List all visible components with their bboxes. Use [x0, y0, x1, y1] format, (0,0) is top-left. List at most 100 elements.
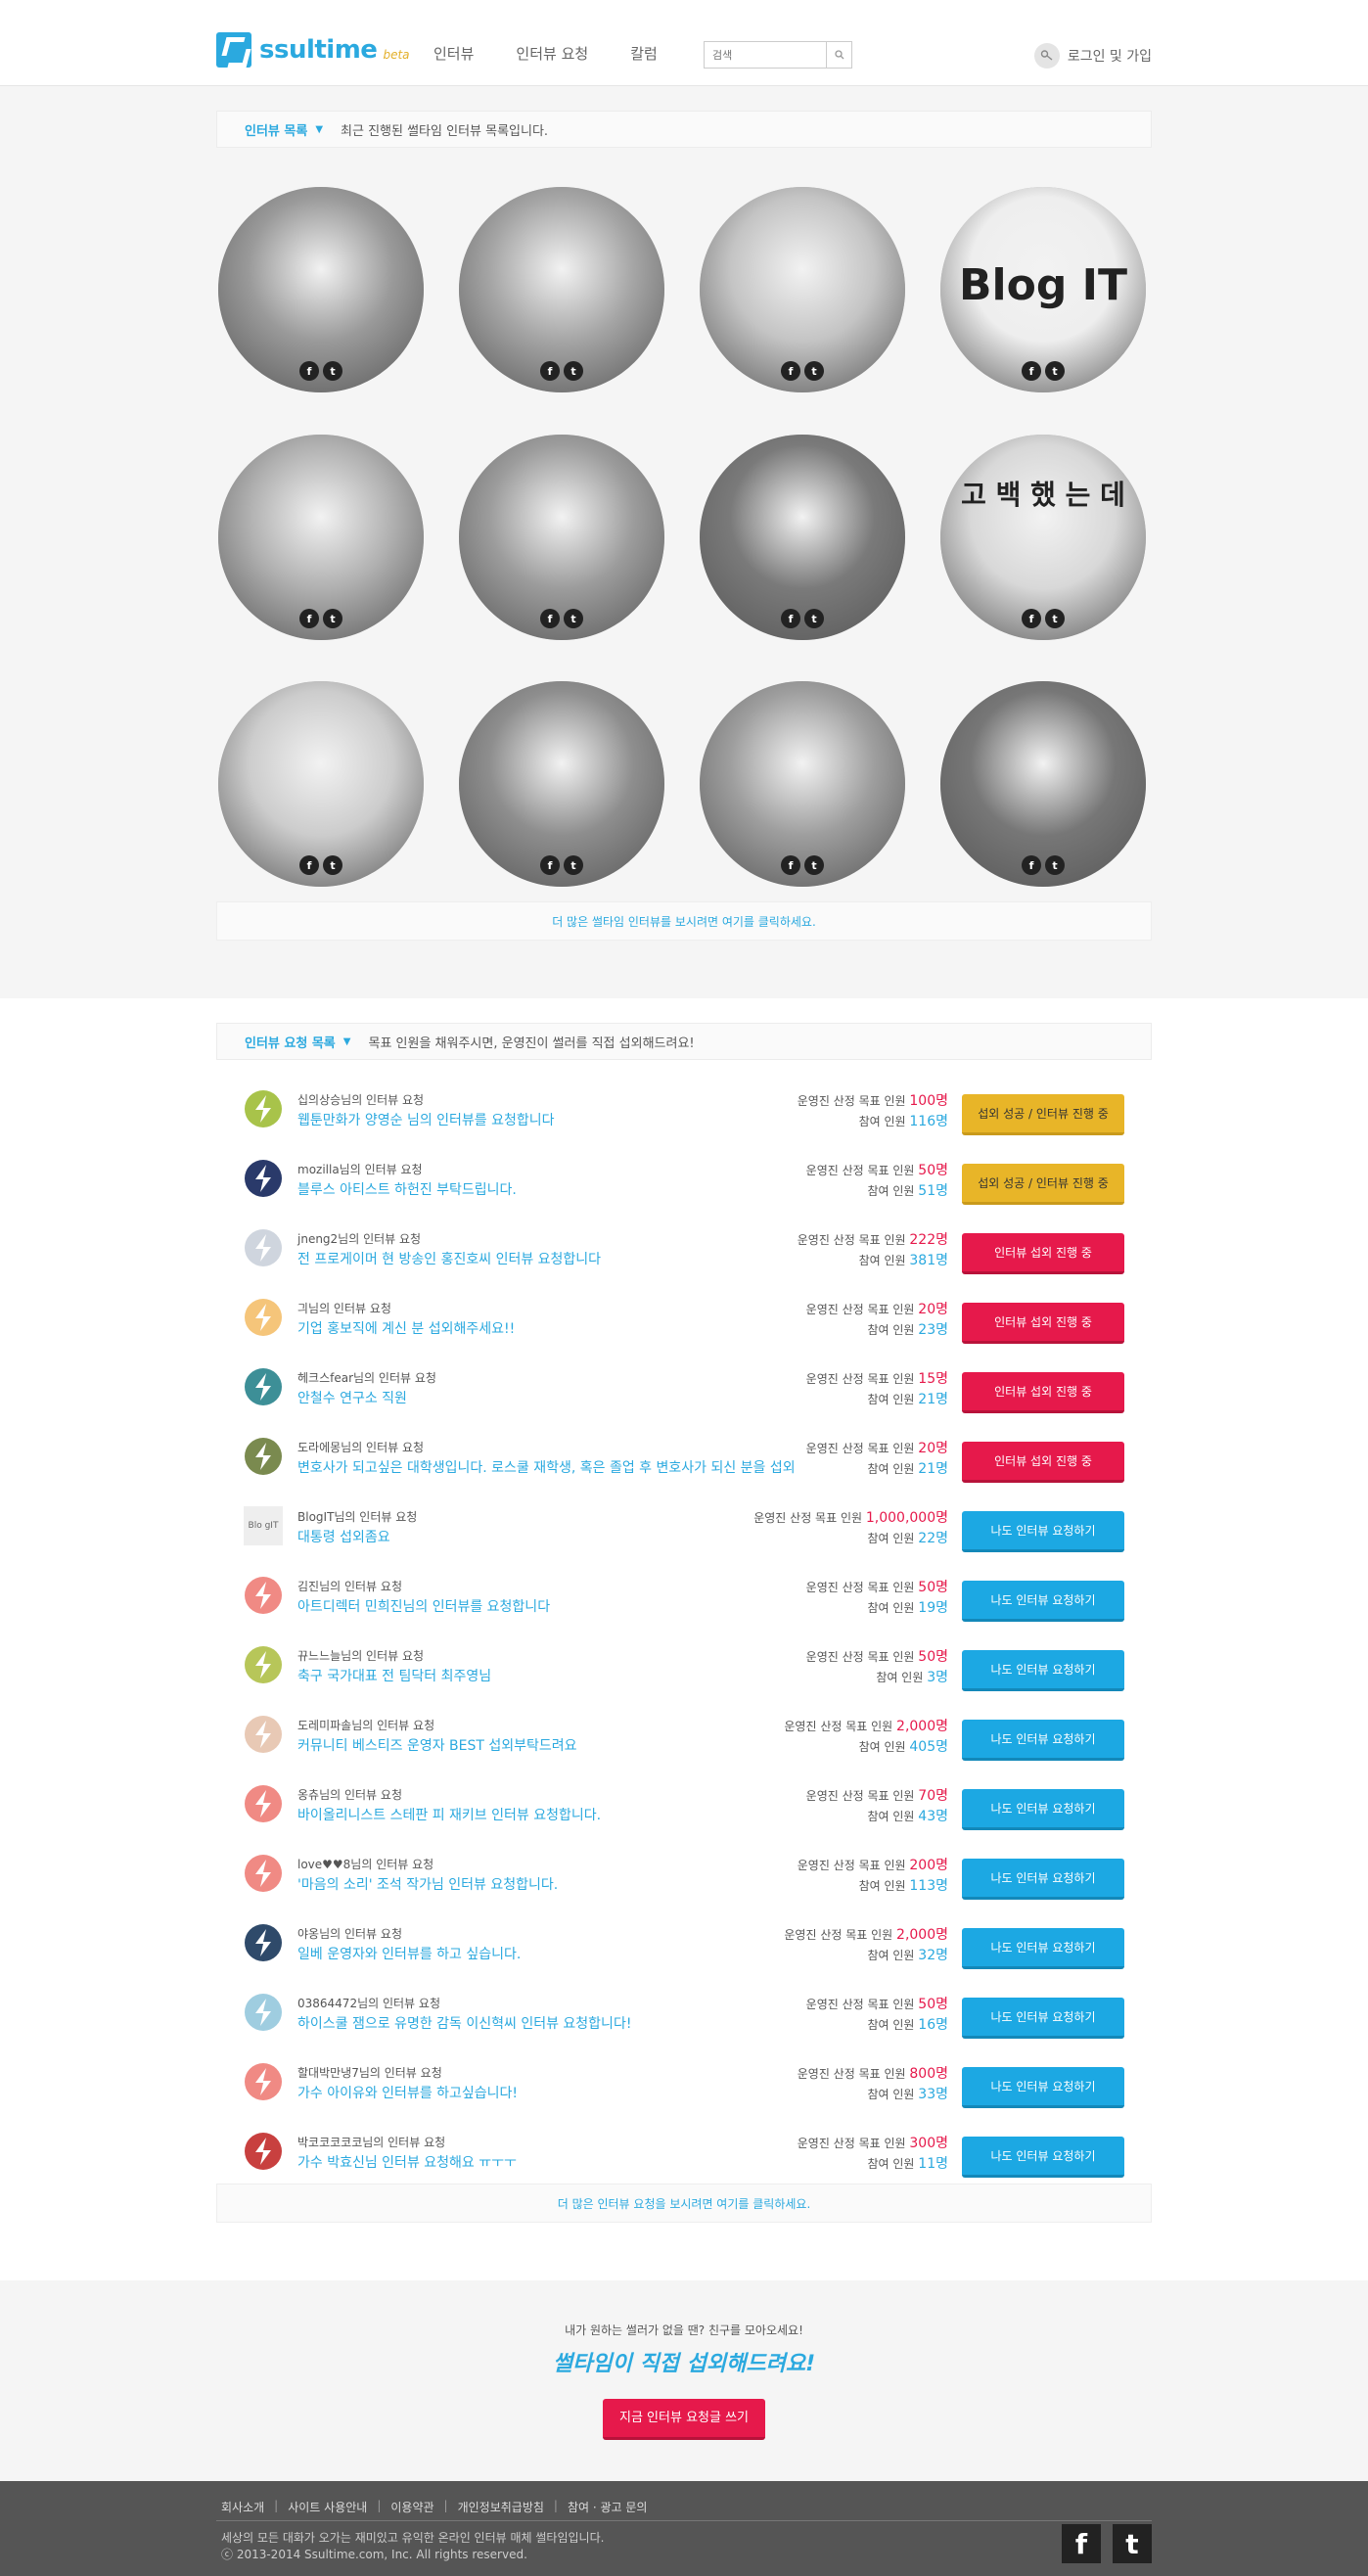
request-row[interactable]: mozilla님의 인터뷰 요청 블루스 아티스트 하헌진 부탁드립니다. 운영진 … [216, 1141, 1152, 1211]
interview-thumbnail[interactable]: ft [700, 187, 905, 392]
request-action-button[interactable]: 나도 인터뷰 요청하기 [962, 1650, 1124, 1691]
request-title[interactable]: 블루스 아티스트 하헌진 부탁드립니다. [297, 1179, 517, 1199]
interview-thumbnail[interactable]: ft [700, 681, 905, 887]
request-action-button[interactable]: 섭외 성공 / 인터뷰 진행 중 [962, 1164, 1124, 1205]
request-title[interactable]: 가수 박효신님 인터뷰 요청해요 ㅠㅜㅜ [297, 2152, 517, 2172]
nav-interviews[interactable]: 인터뷰 [433, 43, 474, 64]
request-action-button[interactable]: 나도 인터뷰 요청하기 [962, 1998, 1124, 2039]
request-title[interactable]: 웹툰만화가 양영순 님의 인터뷰를 요청합니다 [297, 1110, 555, 1129]
request-title[interactable]: 아트디렉터 민희진님의 인터뷰를 요청합니다 [297, 1596, 550, 1616]
request-row[interactable]: 긔님의 인터뷰 요청 기업 홍보직에 계신 분 섭외해주세요!! 운영진 산정 목표… [216, 1280, 1152, 1350]
footer-link-guide[interactable]: 사이트 사용안내 [288, 2499, 367, 2515]
twitter-share-icon[interactable]: t [1045, 361, 1065, 381]
request-row[interactable]: 뀨느느늘님의 인터뷰 요청 축구 국가대표 전 팀닥터 최주영님 운영진 산정 목표… [216, 1628, 1152, 1697]
request-title[interactable]: '마음의 소리' 조석 작가님 인터뷰 요청합니다. [297, 1874, 558, 1894]
request-action-button[interactable]: 섭외 성공 / 인터뷰 진행 중 [962, 1094, 1124, 1135]
interview-thumbnail[interactable]: ft [700, 435, 905, 640]
request-action-button[interactable]: 나도 인터뷰 요청하기 [962, 1581, 1124, 1622]
search-input[interactable] [705, 42, 822, 68]
more-interviews-link[interactable]: 더 많은 썰타임 인터뷰를 보시려면 여기를 클릭하세요. [216, 901, 1152, 941]
footer-link-terms[interactable]: 이용약관 [390, 2499, 433, 2515]
request-action-button[interactable]: 인터뷰 섭외 진행 중 [962, 1233, 1124, 1274]
twitter-share-icon[interactable]: t [323, 609, 342, 628]
interview-thumbnail[interactable]: ft [459, 187, 664, 392]
twitter-icon[interactable]: t [1113, 2524, 1152, 2563]
interview-thumbnail[interactable]: ft [218, 435, 424, 640]
nav-requests[interactable]: 인터뷰 요청 [516, 43, 588, 64]
request-row[interactable]: 도레미파솔님의 인터뷰 요청 커뮤니티 베스티즈 운영자 BEST 섭외부탁드려요… [216, 1697, 1152, 1767]
facebook-share-icon[interactable]: f [1022, 855, 1041, 875]
request-row[interactable]: 김진님의 인터뷰 요청 아트디렉터 민희진님의 인터뷰를 요청합니다 운영진 산정 … [216, 1558, 1152, 1628]
request-title[interactable]: 일베 운영자와 인터뷰를 하고 싶습니다. [297, 1944, 521, 1963]
request-title[interactable]: 기업 홍보직에 계신 분 섭외해주세요!! [297, 1318, 515, 1338]
request-row[interactable]: Blo gIT BlogIT님의 인터뷰 요청 대통령 섭외좀요 운영진 산정 목표 … [216, 1489, 1152, 1558]
search-button[interactable] [826, 42, 851, 68]
request-title[interactable]: 안철수 연구소 직원 [297, 1388, 407, 1407]
request-action-button[interactable]: 인터뷰 섭외 진행 중 [962, 1372, 1124, 1413]
interview-thumbnail[interactable]: ft [459, 435, 664, 640]
facebook-share-icon[interactable]: f [299, 855, 319, 875]
dropdown-arrow-icon[interactable]: ▼ [343, 1036, 351, 1047]
request-title[interactable]: 변호사가 되고싶은 대학생입니다. 로스쿨 재학생, 혹은 졸업 후 변호사가 … [297, 1457, 796, 1477]
request-action-button[interactable]: 나도 인터뷰 요청하기 [962, 1928, 1124, 1969]
facebook-share-icon[interactable]: f [299, 609, 319, 628]
request-row[interactable]: jneng2님의 인터뷰 요청 전 프로게이머 현 방송인 홍진호씨 인터뷰 요청… [216, 1211, 1152, 1280]
facebook-share-icon[interactable]: f [540, 855, 560, 875]
request-action-button[interactable]: 나도 인터뷰 요청하기 [962, 1511, 1124, 1552]
request-title[interactable]: 전 프로게이머 현 방송인 홍진호씨 인터뷰 요청합니다 [297, 1249, 601, 1268]
write-request-button[interactable]: 지금 인터뷰 요청글 쓰기 [603, 2399, 765, 2440]
request-row[interactable]: 03864472님의 인터뷰 요청 하이스쿨 잼으로 유명한 감독 이신혁씨 인터… [216, 1975, 1152, 2045]
footer-link-about[interactable]: 회사소개 [221, 2499, 264, 2515]
request-row[interactable]: 헤크스fear님의 인터뷰 요청 안철수 연구소 직원 운영진 산정 목표 인원 1… [216, 1350, 1152, 1419]
request-row[interactable]: 십의상승님의 인터뷰 요청 웹툰만화가 양영순 님의 인터뷰를 요청합니다 운영진 … [216, 1072, 1152, 1141]
request-dropdown[interactable]: 인터뷰 요청 목록 [245, 1033, 336, 1051]
twitter-share-icon[interactable]: t [564, 609, 583, 628]
request-action-button[interactable]: 나도 인터뷰 요청하기 [962, 1859, 1124, 1900]
request-action-button[interactable]: 나도 인터뷰 요청하기 [962, 1789, 1124, 1830]
facebook-share-icon[interactable]: f [1022, 361, 1041, 381]
request-action-button[interactable]: 나도 인터뷰 요청하기 [962, 2067, 1124, 2108]
request-action-button[interactable]: 인터뷰 섭외 진행 중 [962, 1442, 1124, 1483]
request-title[interactable]: 커뮤니티 베스티즈 운영자 BEST 섭외부탁드려요 [297, 1735, 577, 1755]
request-title[interactable]: 가수 아이유와 인터뷰를 하고싶습니다! [297, 2083, 518, 2102]
twitter-share-icon[interactable]: t [804, 855, 824, 875]
more-requests-link[interactable]: 더 많은 인터뷰 요청을 보시려면 여기를 클릭하세요. [216, 2184, 1152, 2223]
interview-thumbnail[interactable]: ft [459, 681, 664, 887]
facebook-share-icon[interactable]: f [540, 361, 560, 381]
facebook-icon[interactable]: f [1062, 2524, 1101, 2563]
request-title[interactable]: 바이올리니스트 스테판 피 재키브 인터뷰 요청합니다. [297, 1805, 601, 1824]
twitter-share-icon[interactable]: t [323, 855, 342, 875]
interview-thumbnail[interactable]: ft [218, 681, 424, 887]
interview-thumbnail[interactable]: Blog IT f t [940, 187, 1146, 392]
request-row[interactable]: 할대박만냉7님의 인터뷰 요청 가수 아이유와 인터뷰를 하고싶습니다! 운영진 산… [216, 2045, 1152, 2114]
request-action-button[interactable]: 인터뷰 섭외 진행 중 [962, 1303, 1124, 1344]
login-link[interactable]: 로그인 및 가입 [1033, 43, 1152, 69]
footer-link-contact[interactable]: 참여 · 광고 문의 [568, 2499, 648, 2515]
interview-dropdown[interactable]: 인터뷰 목록 [245, 120, 307, 139]
facebook-share-icon[interactable]: f [781, 855, 800, 875]
facebook-share-icon[interactable]: f [299, 361, 319, 381]
facebook-share-icon[interactable]: f [540, 609, 560, 628]
request-row[interactable]: 도라에몽님의 인터뷰 요청 변호사가 되고싶은 대학생입니다. 로스쿨 재학생, … [216, 1419, 1152, 1489]
twitter-share-icon[interactable]: t [804, 361, 824, 381]
twitter-share-icon[interactable]: t [564, 361, 583, 381]
facebook-share-icon[interactable]: f [1022, 609, 1041, 628]
logo[interactable]: ssultime beta [216, 32, 410, 68]
request-row[interactable]: 야옹님의 인터뷰 요청 일베 운영자와 인터뷰를 하고 싶습니다. 운영진 산정 목… [216, 1906, 1152, 1975]
request-title[interactable]: 하이스쿨 잼으로 유명한 감독 이신혁씨 인터뷰 요청합니다! [297, 2013, 631, 2033]
dropdown-arrow-icon[interactable]: ▼ [315, 124, 323, 135]
interview-thumbnail[interactable]: ft [940, 681, 1146, 887]
request-title[interactable]: 대통령 섭외좀요 [297, 1527, 390, 1546]
interview-thumbnail[interactable]: 고 백 했 는 데 ft [940, 435, 1146, 640]
twitter-share-icon[interactable]: t [1045, 609, 1065, 628]
nav-columns[interactable]: 칼럼 [630, 43, 658, 64]
twitter-share-icon[interactable]: t [323, 361, 342, 381]
footer-link-privacy[interactable]: 개인정보취급방침 [458, 2499, 544, 2515]
interview-thumbnail[interactable]: ft [218, 187, 424, 392]
twitter-share-icon[interactable]: t [564, 855, 583, 875]
request-action-button[interactable]: 나도 인터뷰 요청하기 [962, 2137, 1124, 2178]
twitter-share-icon[interactable]: t [804, 609, 824, 628]
facebook-share-icon[interactable]: f [781, 361, 800, 381]
request-action-button[interactable]: 나도 인터뷰 요청하기 [962, 1720, 1124, 1761]
request-row[interactable]: 옹츄님의 인터뷰 요청 바이올리니스트 스테판 피 재키브 인터뷰 요청합니다. 운… [216, 1767, 1152, 1836]
